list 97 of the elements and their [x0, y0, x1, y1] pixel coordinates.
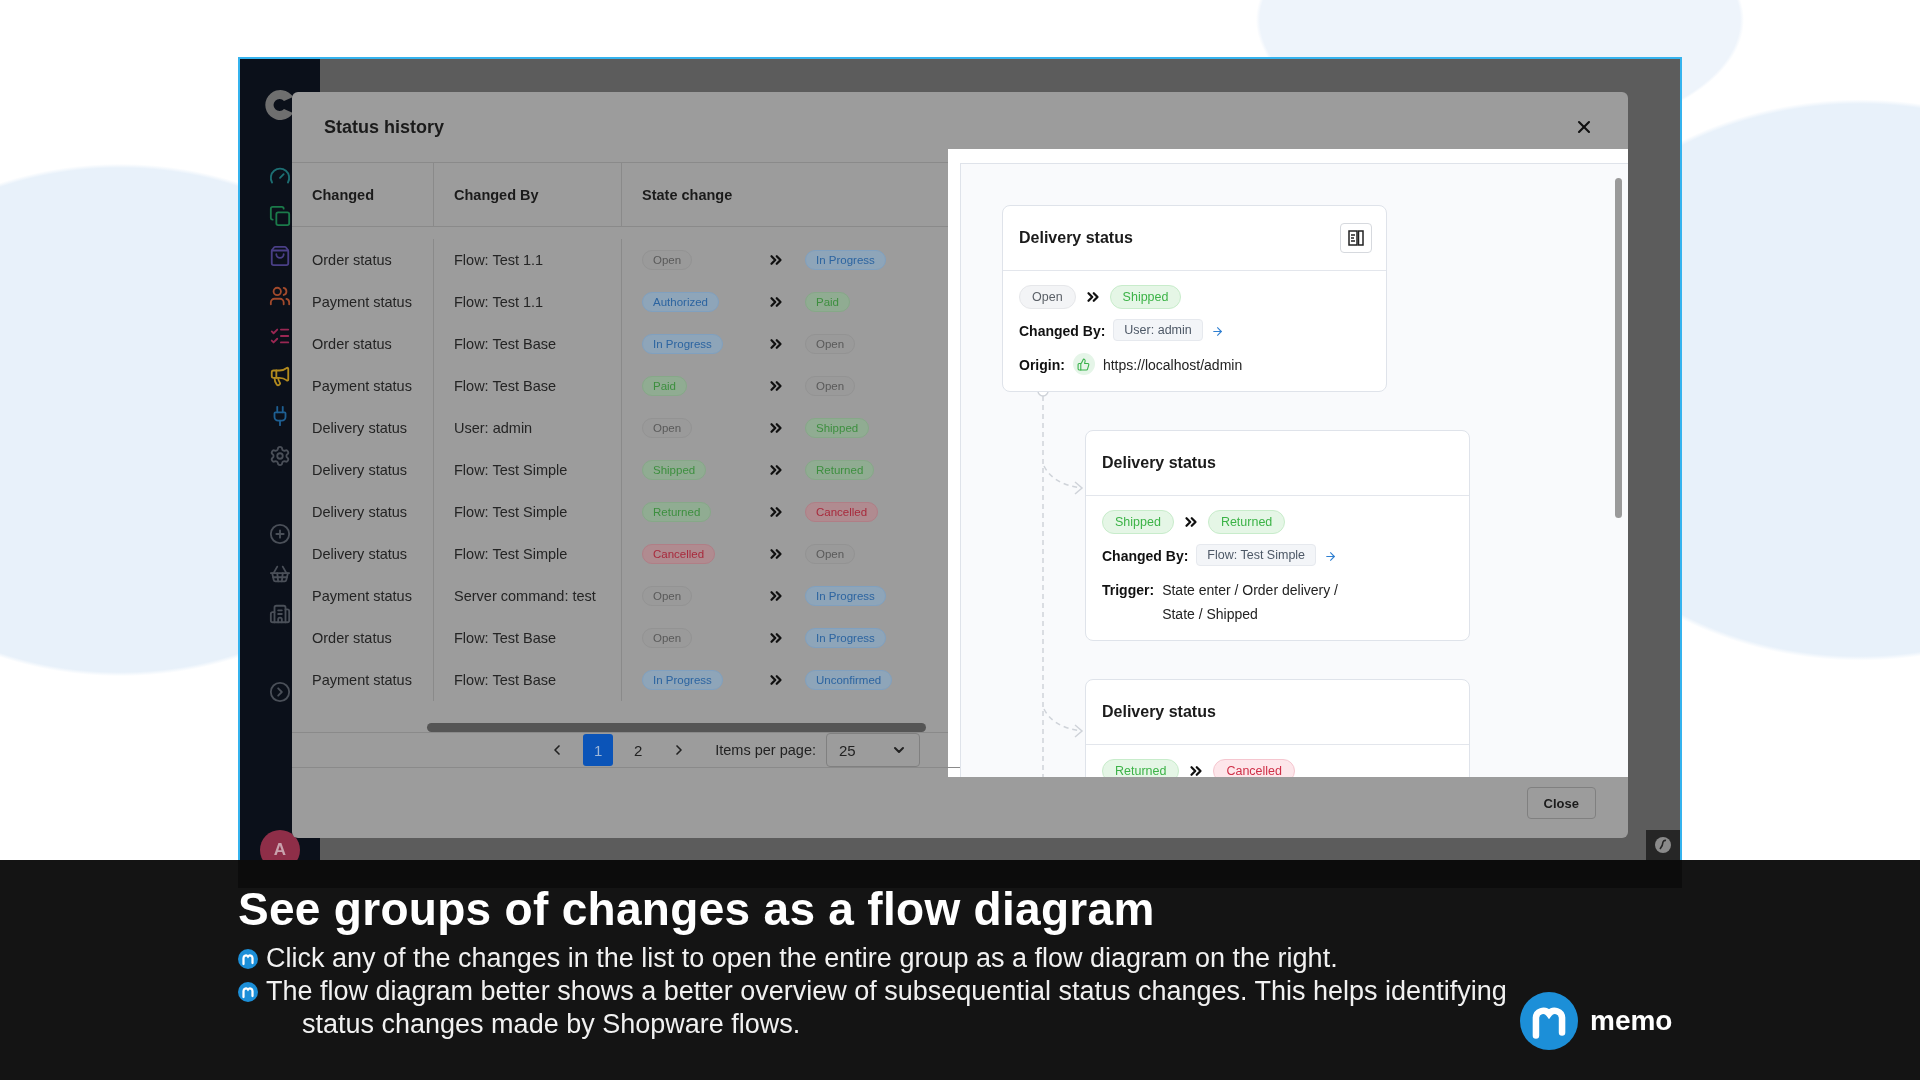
caption-title: See groups of changes as a flow diagram — [238, 882, 1156, 936]
bag-icon[interactable] — [269, 245, 291, 267]
table-cell: Delivery status — [292, 449, 434, 491]
connector-arrow — [1043, 465, 1084, 495]
table-cell: Flow: Test Simple — [434, 449, 622, 491]
status-badge: Returned — [1102, 759, 1180, 777]
arrow-right-icon[interactable] — [1324, 549, 1338, 563]
arrow-right-icon[interactable] — [1210, 324, 1224, 338]
changed-by-chip[interactable]: Flow: Test Simple — [1196, 544, 1317, 566]
table-cell: Flow: Test Simple — [434, 533, 622, 575]
status-badge: Shipped — [805, 418, 870, 438]
detail-label: Changed By: — [1019, 322, 1106, 341]
column-header[interactable]: Changed By — [434, 163, 622, 227]
memo-logo-icon — [1520, 992, 1578, 1050]
status-badge: Open — [642, 628, 693, 648]
close-button[interactable]: Close — [1526, 787, 1596, 819]
connector-arrow — [1043, 708, 1084, 738]
copy-icon[interactable] — [269, 205, 291, 227]
status-badge: Shipped — [1102, 510, 1174, 534]
status-badge: Returned — [642, 502, 712, 522]
status-badge: In Progress — [805, 586, 886, 606]
table-cell: Flow: Test 1.1 — [434, 239, 622, 281]
settings-icon[interactable] — [269, 445, 291, 467]
table-cell: Flow: Test Base — [434, 365, 622, 407]
table-cell: Flow: Test Base — [434, 323, 622, 365]
flow-card[interactable]: Delivery status Returned Cancelled — [1085, 679, 1470, 777]
status-badge: Authorized — [642, 292, 719, 312]
table-cell: Order status — [292, 239, 434, 281]
thumbs-up-icon — [1072, 353, 1095, 375]
status-badge: Paid — [642, 376, 688, 396]
status-badge: Open — [642, 250, 693, 270]
flow-card[interactable]: Delivery status Shipped Returned Changed By: Flow: Test Simple Trigger: State enter / Order delivery / State / Shipped — [1085, 430, 1470, 641]
megaphone-icon[interactable] — [269, 365, 291, 387]
status-badge: Cancelled — [805, 502, 879, 522]
bullet-icon — [238, 949, 258, 969]
status-badge: Open — [805, 376, 856, 396]
items-per-page-label: Items per page: — [715, 742, 816, 758]
panel-toggle-icon[interactable] — [1340, 223, 1372, 253]
status-badge: Open — [1019, 285, 1076, 309]
table-cell: Payment status — [292, 659, 434, 701]
bullet-icon — [238, 982, 258, 1002]
status-badge: Cancelled — [1213, 759, 1296, 777]
caption-text: The flow diagram better shows a better overview of subsequential status changes. This helps identifying status changes made by Shopware flows. — [266, 975, 1508, 1041]
page-button[interactable]: 1 — [583, 734, 614, 766]
page-button[interactable]: 2 — [623, 734, 654, 766]
status-badge: Returned — [805, 460, 875, 480]
card-title: Delivery status — [1102, 454, 1216, 472]
origin-url: https://localhost/admin — [1102, 356, 1243, 375]
column-header[interactable]: Changed — [292, 163, 434, 227]
status-badge: Returned — [1207, 510, 1286, 534]
status-badge: Cancelled — [642, 544, 716, 564]
status-badge: Open — [805, 334, 856, 354]
card-title: Delivery status — [1102, 703, 1216, 721]
users-icon[interactable] — [269, 285, 291, 307]
table-cell: Payment status — [292, 365, 434, 407]
status-badge: In Progress — [805, 628, 886, 648]
card-title: Delivery status — [1019, 229, 1133, 247]
flow-card[interactable]: Delivery status Open Shipped Changed By: User: admin Origin: https://localhost/admin — [1002, 205, 1387, 392]
status-badge: In Progress — [642, 334, 723, 354]
table-cell: Payment status — [292, 281, 434, 323]
status-badge: Shipped — [642, 460, 707, 480]
scrollbar[interactable] — [427, 722, 926, 732]
table-cell: Flow: Test Base — [434, 617, 622, 659]
scrollbar[interactable] — [1615, 178, 1622, 518]
table-cell: Payment status — [292, 575, 434, 617]
table-cell: Delivery status — [292, 407, 434, 449]
status-badge: Open — [805, 544, 856, 564]
status-badge: In Progress — [805, 250, 886, 270]
status-badge: Open — [642, 586, 693, 606]
plus-circle-icon[interactable] — [269, 523, 291, 545]
table-cell: Order status — [292, 323, 434, 365]
table-cell: Flow: Test Simple — [434, 491, 622, 533]
table-cell: Delivery status — [292, 533, 434, 575]
status-badge: In Progress — [642, 670, 723, 690]
table-cell: Server command: test — [434, 575, 622, 617]
table-cell: Flow: Test 1.1 — [434, 281, 622, 323]
table-cell: User: admin — [434, 407, 622, 449]
basket-icon[interactable] — [269, 563, 291, 585]
table-cell: Delivery status — [292, 491, 434, 533]
status-badge: Open — [642, 418, 693, 438]
expand-icon[interactable] — [269, 681, 291, 703]
brand-name: memo — [1590, 1005, 1673, 1037]
items-per-page-select[interactable]: 25 — [826, 733, 920, 767]
table-cell: Flow: Test Base — [434, 659, 622, 701]
symfony-icon[interactable] — [1646, 830, 1680, 860]
detail-label: Trigger: — [1102, 581, 1155, 600]
status-badge: Shipped — [1109, 285, 1182, 309]
caption-text: Click any of the changes in the list to open the entire group as a flow diagram on the right. — [266, 942, 1338, 975]
trigger-text: State enter / Order delivery / State / Shipped — [1162, 581, 1339, 624]
status-badge: Unconfirmed — [805, 670, 893, 690]
dialog-title: Status history — [324, 116, 445, 138]
detail-label: Changed By: — [1102, 547, 1189, 566]
changed-by-chip[interactable]: User: admin — [1113, 319, 1203, 341]
table-cell: Order status — [292, 617, 434, 659]
status-badge: Paid — [805, 292, 851, 312]
building-icon[interactable] — [269, 603, 291, 625]
detail-label: Origin: — [1019, 356, 1065, 375]
